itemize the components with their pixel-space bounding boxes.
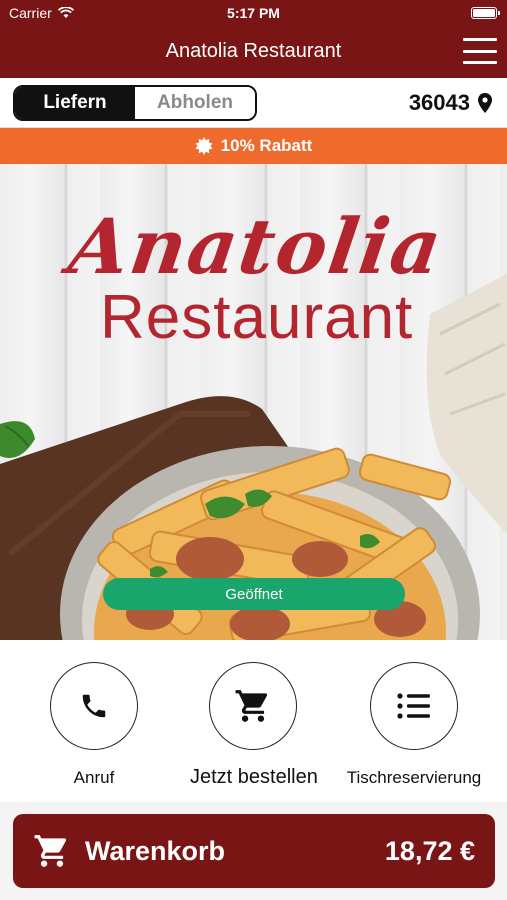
order-label: Jetzt bestellen (190, 766, 318, 788)
bottom-area: Warenkorb 18,72 € (0, 802, 507, 900)
reservation-action[interactable]: Tischreservierung (340, 662, 488, 788)
status-bar: Carrier 5:17 PM (0, 0, 507, 26)
open-status-badge: Geöffnet (103, 578, 405, 610)
promo-text: 10% Rabatt (220, 136, 313, 155)
reservation-button[interactable] (370, 662, 458, 750)
cart-total: 18,72 € (384, 836, 475, 866)
zip-code: 36043 (408, 90, 470, 115)
cart-button[interactable]: Warenkorb 18,72 € (13, 814, 495, 888)
battery-icon (471, 7, 500, 19)
hero-banner: Anatolia Restaurant Geöffnet (0, 164, 507, 640)
cart-icon (235, 690, 268, 722)
hamburger-menu-icon[interactable] (463, 38, 497, 64)
nav-bar: Anatolia Restaurant (0, 26, 507, 78)
call-action[interactable]: Anruf (50, 662, 138, 788)
brand-logo-subtitle: Restaurant (100, 283, 414, 352)
order-button[interactable] (209, 662, 297, 750)
call-button[interactable] (50, 662, 138, 750)
quick-actions: Anruf Jetzt bestellen Tischreservierung (0, 640, 507, 802)
phone-icon (82, 694, 106, 718)
mode-pickup-button[interactable]: Abholen (135, 87, 255, 119)
page-title: Anatolia Restaurant (165, 40, 342, 62)
order-action[interactable]: Jetzt bestellen (190, 662, 318, 789)
status-time: 5:17 PM (227, 5, 280, 21)
delivery-mode-toggle: Liefern Abholen (13, 85, 257, 121)
brand-logo-script: Anatolia (63, 202, 449, 291)
cart-label: Warenkorb (85, 836, 226, 866)
list-icon (397, 693, 430, 719)
reservation-label: Tischreservierung (346, 768, 482, 787)
promo-banner[interactable]: 10% Rabatt (0, 128, 507, 164)
discount-badge-icon (195, 137, 213, 155)
mode-row: Liefern Abholen 36043 (0, 78, 507, 128)
cart-icon (34, 835, 67, 867)
location-selector[interactable]: 36043 (409, 90, 492, 116)
map-pin-icon (478, 93, 492, 113)
mode-delivery-button[interactable]: Liefern (15, 87, 135, 119)
call-label: Anruf (73, 768, 115, 787)
